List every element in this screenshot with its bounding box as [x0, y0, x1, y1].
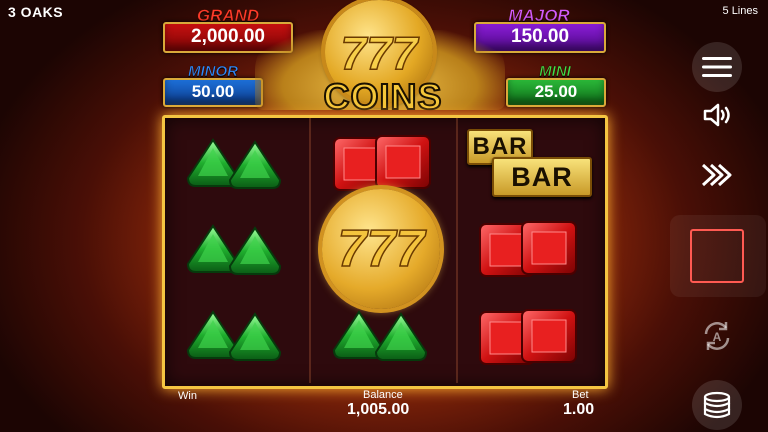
red-gem-symbol: [520, 220, 578, 276]
bar-symbol: BAR: [492, 157, 592, 197]
green-gem-symbol: [228, 140, 282, 190]
win-label: Win: [178, 390, 197, 402]
lines-count: 5 Lines: [722, 5, 758, 17]
turbo-icon: [701, 163, 732, 187]
bet-label: Bet: [572, 389, 589, 401]
autoplay-icon: A: [704, 322, 730, 350]
balance-value: 1,005.00: [347, 401, 410, 418]
logo-coin-text: 777: [340, 26, 418, 80]
bet-value: 1.00: [563, 401, 595, 418]
green-gem-symbol: [374, 312, 428, 362]
autoplay-button[interactable]: A: [692, 311, 742, 361]
green-gem-symbol: [228, 226, 282, 276]
bet-coins-button[interactable]: [692, 380, 742, 430]
sound-button[interactable]: [692, 90, 742, 140]
coin-777-symbol: 777: [322, 189, 440, 309]
menu-button[interactable]: [692, 42, 742, 92]
red-gem-symbol: [520, 308, 578, 364]
game-title: COINS: [322, 75, 443, 118]
minor-jackpot-value: 50.00: [163, 78, 263, 107]
balance-label: Balance: [363, 389, 403, 401]
spin-stop-icon[interactable]: [690, 229, 744, 283]
brand-logo-text: 3 OAKS: [8, 4, 64, 20]
coin-777-text: 777: [337, 219, 425, 279]
sound-icon: [703, 103, 730, 127]
svg-text:A: A: [713, 330, 722, 344]
turbo-button[interactable]: [692, 150, 742, 200]
mini-jackpot-value: 25.00: [506, 78, 606, 107]
green-gem-symbol: [228, 312, 282, 362]
coins-icon: [703, 391, 731, 419]
red-gem-symbol: [374, 134, 432, 190]
menu-icon: [702, 57, 732, 77]
reel-divider: [456, 118, 458, 383]
reel-divider: [309, 118, 311, 383]
